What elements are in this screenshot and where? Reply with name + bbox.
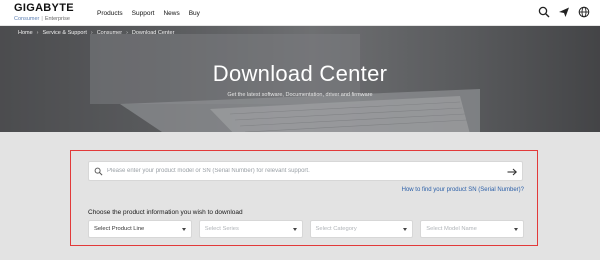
brand: GIGABYTE Consumer | Enterprise xyxy=(14,2,94,23)
nav-buy[interactable]: Buy xyxy=(189,10,200,17)
consumer-link[interactable]: Consumer xyxy=(14,16,39,22)
nav-news[interactable]: News xyxy=(163,10,179,17)
gigabyte-logo[interactable]: GIGABYTE xyxy=(14,2,94,14)
chevron-right-icon: › xyxy=(36,30,39,36)
search-submit-button[interactable] xyxy=(506,166,518,177)
breadcrumb: Home › Service & Support › Consumer › Do… xyxy=(18,30,174,36)
header-icons xyxy=(538,6,590,18)
breadcrumb-service-support[interactable]: Service & Support xyxy=(43,30,87,36)
select-product-line-text: Select Product Line xyxy=(94,226,145,232)
select-category-text: Select Category xyxy=(315,226,357,232)
chevron-down-icon xyxy=(403,228,408,231)
select-model-name[interactable]: Select Model Name xyxy=(420,220,524,238)
enterprise-link[interactable]: Enterprise xyxy=(45,16,70,22)
brand-sublinks: Consumer | Enterprise xyxy=(14,15,94,23)
breadcrumb-consumer[interactable]: Consumer xyxy=(97,30,122,36)
site-header: GIGABYTE Consumer | Enterprise Products Su… xyxy=(0,0,600,26)
page-title: Download Center xyxy=(212,61,388,86)
breadcrumb-download-center: Download Center xyxy=(131,30,175,36)
chevron-down-icon xyxy=(292,228,297,231)
page-subtitle: Get the latest software, Documentation, … xyxy=(227,92,373,98)
chevron-down-icon xyxy=(514,228,518,231)
sn-help-link[interactable]: How to find your product SN (Serial Numb… xyxy=(402,187,524,193)
hero-banner: Home › Service & Support › Consumer › Do… xyxy=(0,26,600,132)
arrow-right-icon xyxy=(507,168,517,175)
selector-label: Choose the product information you wish … xyxy=(88,209,243,216)
chevron-right-icon: › xyxy=(126,30,128,36)
download-search-panel: How to find your product SN (Serial Numb… xyxy=(70,150,538,246)
chevron-right-icon: › xyxy=(90,30,93,36)
nav-products[interactable]: Products xyxy=(97,10,123,17)
search-icon xyxy=(94,167,103,176)
breadcrumb-home[interactable]: Home xyxy=(18,30,33,36)
select-product-line[interactable]: Select Product Line xyxy=(88,220,192,238)
search-input[interactable] xyxy=(107,164,502,178)
product-selectors: Select Product Line Select Series Select… xyxy=(88,220,524,238)
select-model-name-text: Select Model Name xyxy=(426,226,477,232)
send-icon[interactable] xyxy=(558,6,570,18)
search-icon[interactable] xyxy=(538,6,550,18)
nav-support[interactable]: Support xyxy=(132,10,155,17)
select-category[interactable]: Select Category xyxy=(309,220,414,238)
chevron-down-icon xyxy=(181,228,186,231)
select-series-text: Select Series xyxy=(204,226,239,232)
globe-icon[interactable] xyxy=(578,6,590,18)
main-nav: Products Support News Buy xyxy=(97,0,209,26)
search-box[interactable] xyxy=(88,161,523,181)
select-series[interactable]: Select Series xyxy=(198,220,303,238)
